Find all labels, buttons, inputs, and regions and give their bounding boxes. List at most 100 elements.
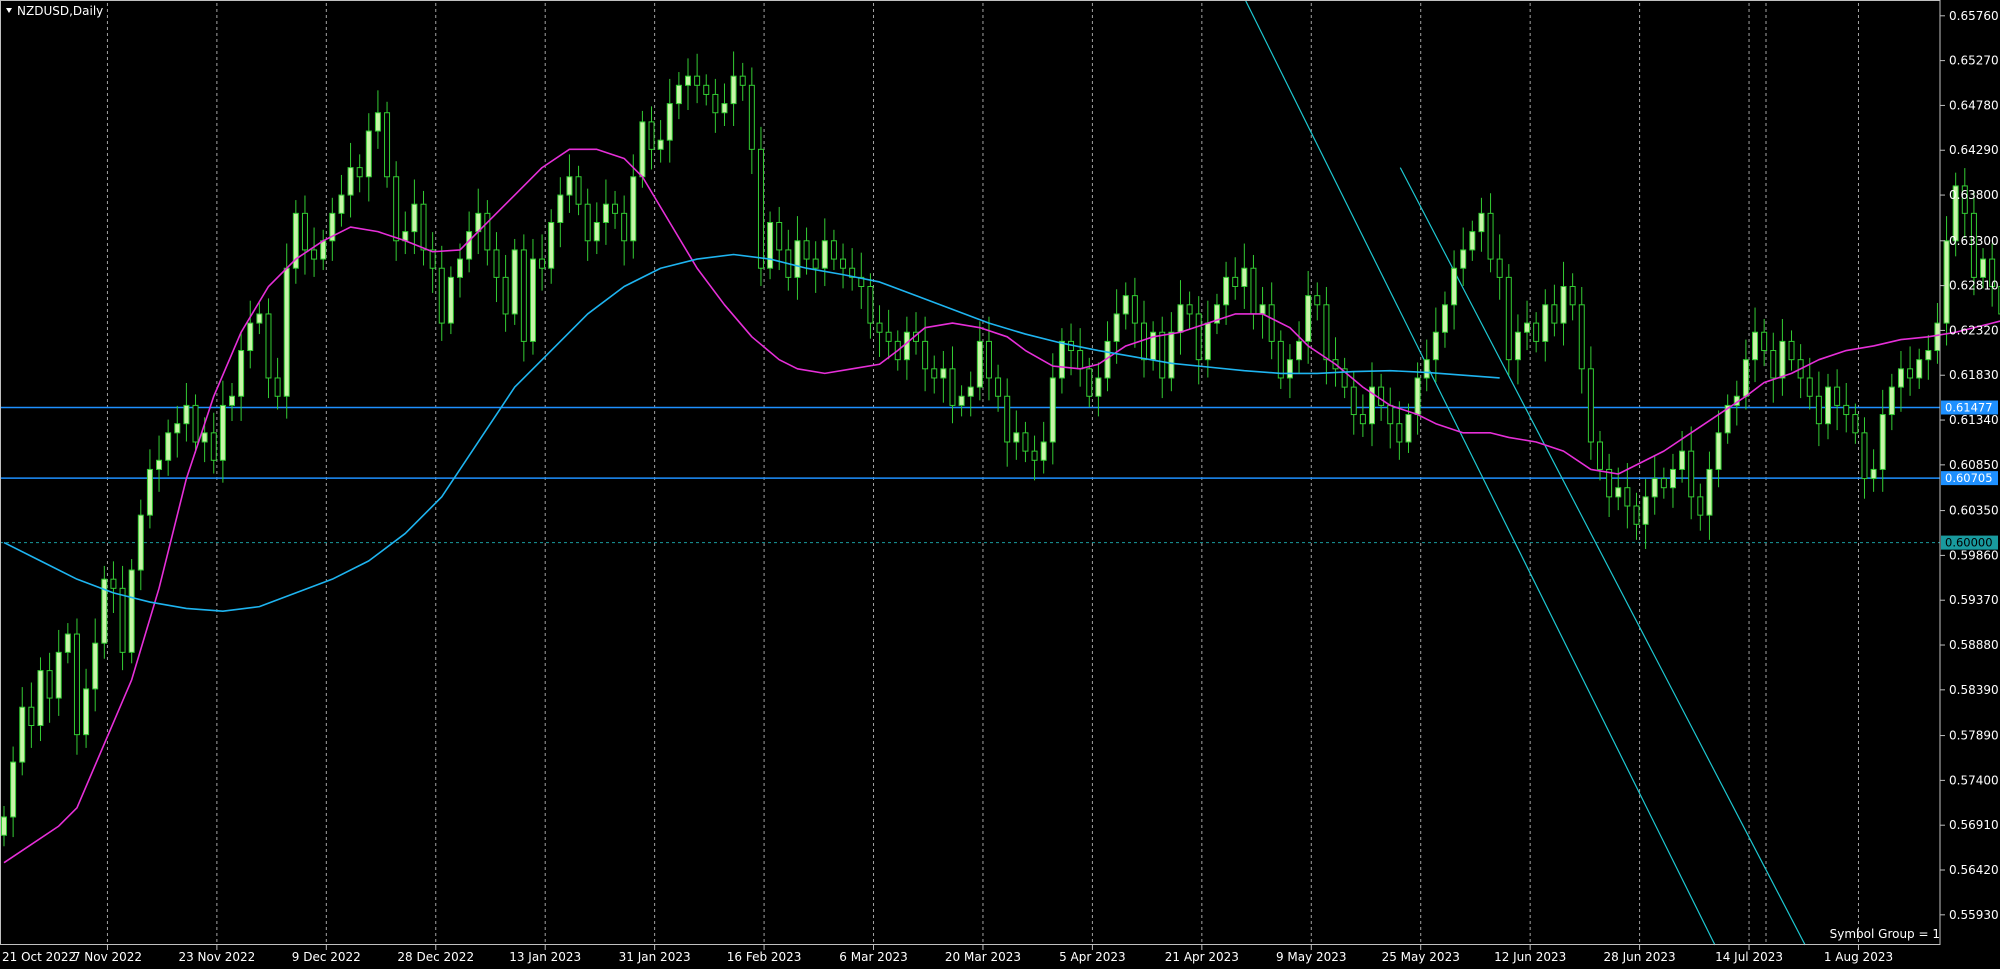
bull-candle	[1013, 432, 1020, 443]
bull-candle	[320, 240, 327, 260]
bull-candle	[1414, 377, 1421, 416]
bear-candle	[703, 84, 710, 95]
price-tick-label: 0.65270	[1949, 54, 1999, 68]
time-tick-label: 12 Jun 2023	[1494, 950, 1566, 964]
bull-candle	[156, 459, 163, 470]
bull-candle	[1204, 322, 1211, 361]
bull-candle	[128, 569, 135, 653]
bull-candle	[657, 139, 664, 150]
bear-candle	[712, 93, 719, 114]
bear-candle	[1077, 350, 1084, 370]
bear-candle	[301, 212, 308, 251]
bull-candle	[721, 103, 728, 114]
bull-candle	[1715, 432, 1722, 470]
bear-candle	[1861, 432, 1868, 480]
bull-candle	[1451, 267, 1458, 306]
bear-candle	[1633, 505, 1640, 525]
bull-candle	[1542, 304, 1549, 342]
bull-candle	[411, 203, 418, 233]
bull-candle	[19, 706, 26, 763]
bear-candle	[840, 258, 847, 269]
bear-candle	[1533, 322, 1540, 342]
bull-candle	[1286, 359, 1293, 379]
bull-candle	[685, 75, 691, 86]
bear-candle	[502, 276, 509, 315]
bear-candle	[1268, 304, 1275, 342]
bull-candle	[201, 432, 208, 443]
bear-candle	[739, 75, 746, 86]
bull-candle	[1049, 377, 1056, 443]
bull-candle	[1259, 304, 1266, 315]
bull-candle	[92, 642, 99, 690]
bear-candle	[1907, 368, 1914, 379]
bull-candle	[347, 167, 354, 196]
bear-candle	[995, 377, 1002, 397]
price-tick-label: 0.62320	[1949, 323, 1999, 337]
price-chart[interactable]: 0.65760 0.65270 0.64780 0.64290 0.63800 0.633…	[0, 0, 2000, 969]
price-tick-label: 0.59860	[1949, 548, 1999, 562]
bull-candle	[365, 130, 372, 178]
bull-candle	[10, 761, 17, 818]
bull-candle	[1168, 331, 1175, 379]
price-tick-label: 0.62810	[1949, 279, 1999, 293]
bull-candle	[1405, 414, 1412, 443]
symbol-title[interactable]: NZDUSD,Daily	[6, 4, 103, 18]
bull-candle	[1478, 212, 1485, 233]
bear-candle	[757, 148, 764, 269]
time-tick-label: 31 Jan 2023	[619, 950, 691, 964]
bull-candle	[730, 75, 737, 105]
bull-candle	[1742, 359, 1749, 397]
bull-candle	[511, 249, 518, 315]
bear-candle	[1359, 414, 1366, 425]
bull-candle	[55, 651, 62, 699]
bear-candle	[1660, 478, 1667, 489]
bear-candle	[1496, 258, 1503, 278]
bear-candle	[612, 203, 619, 214]
bear-candle	[694, 75, 701, 86]
time-tick-label: 6 Mar 2023	[839, 950, 907, 964]
bear-candle	[1131, 295, 1138, 324]
price-tag-label: 0.60000	[1945, 536, 1993, 550]
bear-candle	[28, 706, 35, 727]
bull-candle	[1514, 331, 1521, 361]
bear-candle	[356, 167, 363, 178]
time-tick-label: 5 Apr 2023	[1059, 950, 1126, 964]
time-tick-label: 16 Feb 2023	[727, 950, 802, 964]
bear-candle	[830, 240, 837, 260]
bear-candle	[1578, 304, 1585, 370]
bull-candle	[1916, 359, 1923, 379]
time-tick-label: 7 Nov 2022	[73, 950, 142, 964]
bull-candle	[1122, 295, 1129, 315]
bear-candle	[812, 258, 819, 269]
bull-candle	[821, 240, 828, 269]
bull-candle	[37, 670, 44, 727]
bear-candle	[1597, 441, 1603, 470]
bear-candle	[1232, 276, 1239, 288]
bear-candle	[265, 313, 272, 379]
bear-candle	[1378, 386, 1385, 406]
bear-candle	[484, 212, 491, 251]
bear-candle	[922, 340, 929, 370]
bear-candle	[438, 267, 445, 324]
bear-candle	[1788, 340, 1795, 361]
time-tick-label: 23 Nov 2022	[178, 950, 255, 964]
bear-candle	[110, 578, 117, 589]
bear-candle	[1031, 450, 1038, 461]
bull-candle	[1651, 478, 1658, 498]
bull-candle	[1879, 414, 1886, 470]
bull-candle	[630, 176, 637, 242]
bear-candle	[1487, 212, 1494, 260]
bear-candle	[274, 377, 281, 397]
bear-candle	[776, 221, 783, 251]
price-tick-label: 0.60850	[1949, 458, 1999, 472]
bull-candle	[903, 331, 910, 361]
bull-candle	[256, 313, 263, 324]
price-axis[interactable]: 0.65760 0.65270 0.64780 0.64290 0.63800 0.633…	[1940, 9, 1999, 922]
bear-candle	[539, 258, 546, 269]
price-tick-label: 0.63300	[1949, 234, 1999, 248]
bull-candle	[1296, 340, 1303, 361]
time-tick-label: 9 May 2023	[1276, 950, 1347, 964]
time-tick-label: 13 Jan 2023	[509, 950, 581, 964]
price-tick-label: 0.55930	[1949, 908, 1999, 922]
price-tick-label: 0.57890	[1949, 729, 1999, 743]
